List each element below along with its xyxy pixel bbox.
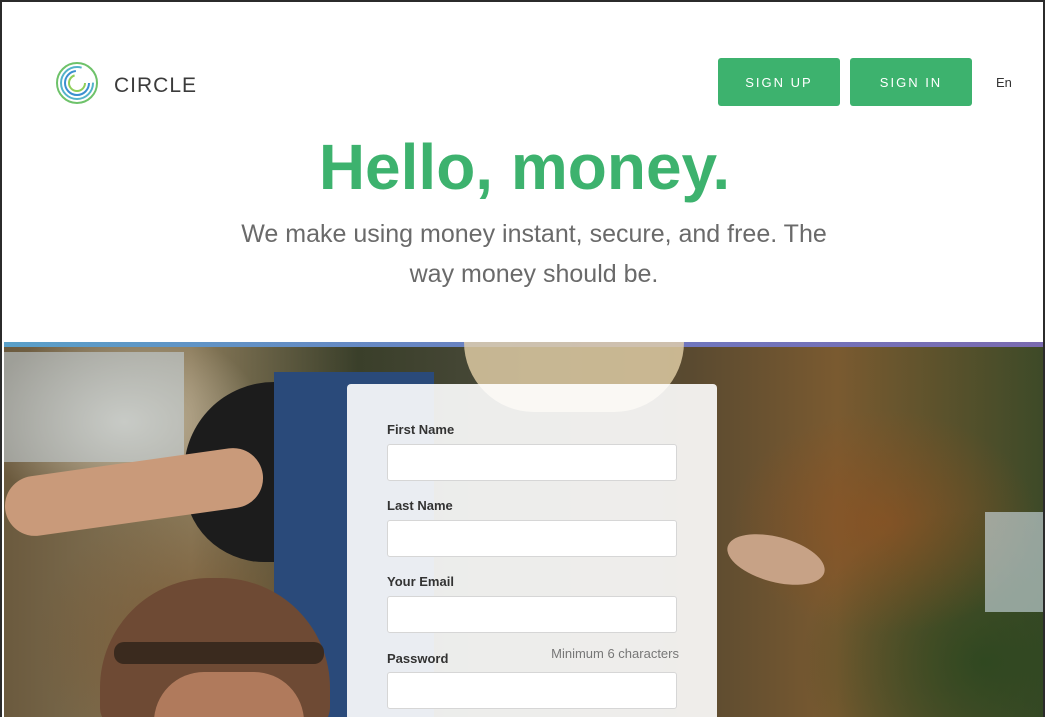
sign-up-button[interactable]: SIGN UP (718, 58, 840, 106)
photo-leaf (721, 524, 831, 595)
photo-sky-left (4, 352, 184, 462)
email-field[interactable] (387, 596, 677, 633)
hero-subtitle: We make using money instant, secure, and… (241, 220, 827, 288)
circle-logo-icon (54, 60, 100, 111)
photo-hat-band (114, 642, 324, 664)
photo-sky-right (985, 512, 1043, 612)
signup-form: First Name Last Name Your Email Password… (347, 384, 717, 717)
hero-title: Hello, money. (318, 131, 731, 203)
email-label: Your Email (387, 574, 454, 589)
first-name-label: First Name (387, 422, 455, 437)
page: CIRCLE SIGN UP SIGN IN En Hello, money. … (0, 0, 1045, 717)
password-hint: Minimum 6 characters (551, 646, 679, 661)
last-name-label: Last Name (387, 498, 453, 513)
password-field[interactable] (387, 672, 677, 709)
password-label: Password (387, 651, 449, 666)
sign-in-button[interactable]: SIGN IN (850, 58, 972, 106)
last-name-field[interactable] (387, 520, 677, 557)
first-name-field[interactable] (387, 444, 677, 481)
brand-name: CIRCLE (114, 73, 198, 97)
language-selector[interactable]: En (996, 75, 1012, 90)
brand-logo[interactable]: CIRCLE (54, 60, 197, 111)
